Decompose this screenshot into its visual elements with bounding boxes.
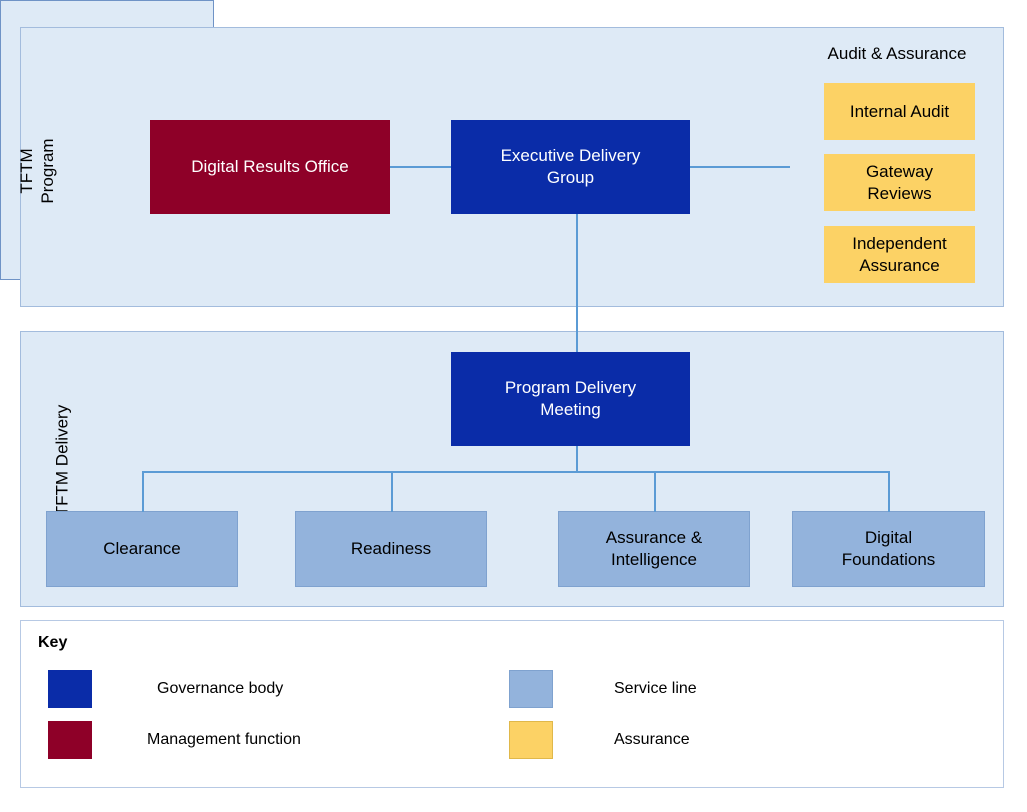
connector-drop-assurance-intelligence (654, 471, 656, 512)
legend-label-management-function: Management function (147, 731, 301, 748)
connector-drop-digital-foundations (888, 471, 890, 512)
connector-pdm-stem (576, 446, 578, 473)
node-gateway-reviews[interactable]: Gateway Reviews (824, 154, 975, 211)
node-assurance-and-intelligence[interactable]: Assurance & Intelligence (558, 511, 750, 587)
legend-swatch-governance-body (48, 670, 92, 708)
connector-dro-to-edg (390, 166, 451, 168)
legend-swatch-service-line (509, 670, 553, 708)
legend-item-assurance: Assurance (509, 721, 690, 759)
node-executive-delivery-group[interactable]: Executive Delivery Group (451, 120, 690, 214)
audit-and-assurance-title: Audit & Assurance (827, 44, 967, 63)
node-digital-results-office[interactable]: Digital Results Office (150, 120, 390, 214)
legend-label-service-line: Service line (614, 680, 697, 697)
node-internal-audit[interactable]: Internal Audit (824, 83, 975, 140)
connector-edg-to-pdm (576, 214, 578, 352)
legend-item-management-function: Management function (48, 721, 301, 759)
node-independent-assurance[interactable]: Independent Assurance (824, 226, 975, 283)
node-digital-foundations[interactable]: Digital Foundations (792, 511, 985, 587)
connector-drop-clearance (142, 471, 144, 512)
key-title: Key (38, 634, 68, 651)
connector-drop-readiness (391, 471, 393, 512)
governance-structure-diagram: TFTM Program Digital Results Office Exec… (0, 0, 1027, 812)
connector-edg-to-audit (690, 166, 790, 168)
node-program-delivery-meeting[interactable]: Program Delivery Meeting (451, 352, 690, 446)
connector-service-line-bar (142, 471, 889, 473)
legend-item-service-line: Service line (509, 670, 697, 708)
legend-swatch-management-function (48, 721, 92, 759)
legend-label-governance-body: Governance body (157, 680, 284, 697)
legend-label-assurance: Assurance (614, 731, 690, 748)
node-readiness[interactable]: Readiness (295, 511, 487, 587)
legend-swatch-assurance (509, 721, 553, 759)
tftm-program-band-label: TFTM Program (17, 138, 57, 204)
node-clearance[interactable]: Clearance (46, 511, 238, 587)
legend-item-governance-body: Governance body (48, 670, 283, 708)
